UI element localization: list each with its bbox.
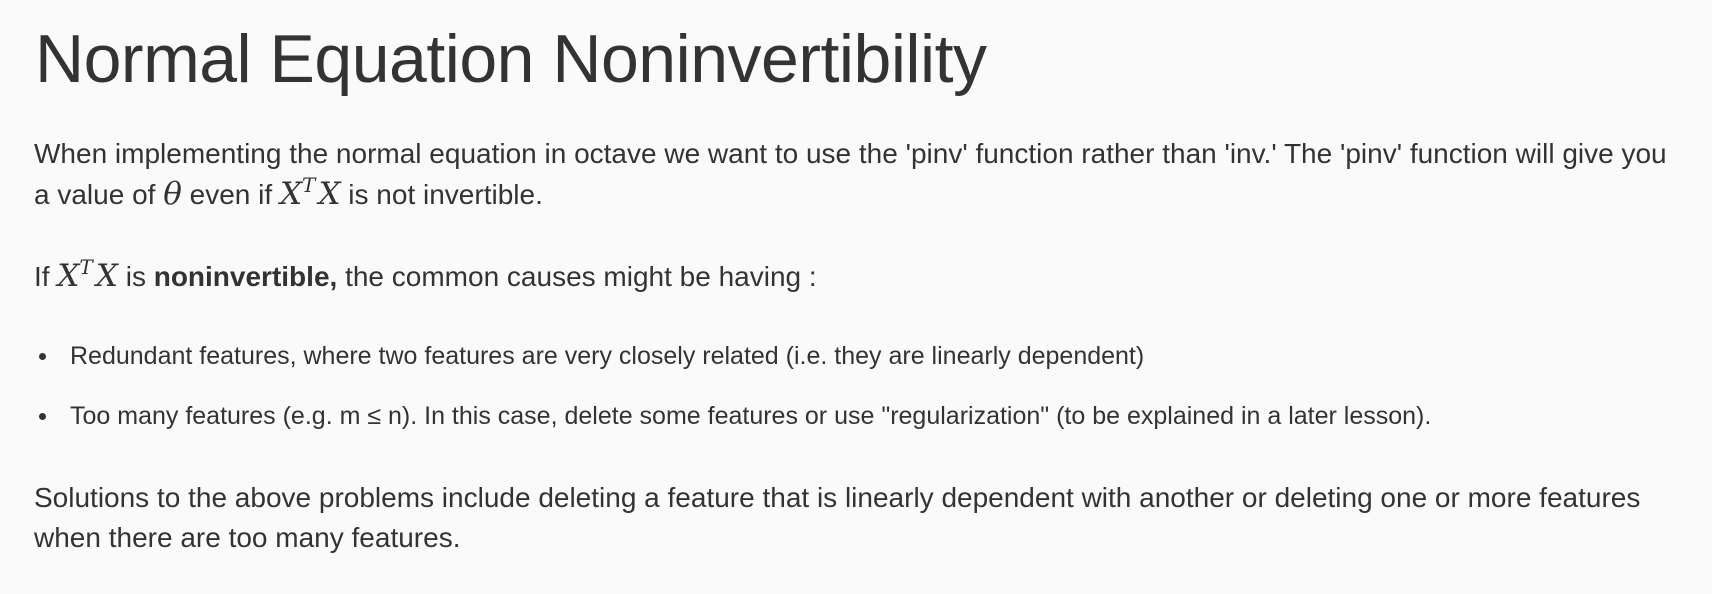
math-transpose: T: [302, 173, 316, 197]
solutions-paragraph: Solutions to the above problems include …: [34, 482, 1641, 553]
math-x: X: [318, 176, 341, 212]
text: even if: [181, 179, 280, 210]
math-x: X: [279, 176, 303, 212]
list-item: Redundant features, where two features a…: [34, 336, 1431, 396]
theta-symbol: θ: [163, 176, 182, 212]
causes-intro: If XT X is noninvertible, the common cau…: [34, 256, 1684, 297]
list-item: Too many features (e.g. m ≤ n). In this …: [34, 396, 1431, 456]
math-transpose: T: [79, 255, 93, 279]
list-item-text: Redundant features, where two features a…: [70, 342, 1145, 370]
text: If: [34, 261, 58, 292]
text: the common causes might be having :: [337, 261, 817, 292]
bullet-icon: [39, 353, 46, 360]
xtx-formula: XT X: [279, 173, 341, 212]
text: is: [117, 261, 154, 292]
page-title: Normal Equation Noninvertibility: [35, 21, 987, 97]
text: is not invertible.: [340, 179, 543, 210]
bold-term: noninvertible,: [153, 261, 338, 292]
math-x: X: [57, 258, 80, 294]
list-item-text: Too many features (e.g. m ≤ n). In this …: [70, 402, 1432, 430]
causes-list: Redundant features, where two features a…: [34, 336, 1431, 456]
bullet-icon: [39, 413, 46, 420]
math-x: X: [95, 258, 118, 294]
intro-paragraph: When implementing the normal equation in…: [34, 134, 1684, 215]
xtx-formula: XT X: [57, 255, 118, 294]
